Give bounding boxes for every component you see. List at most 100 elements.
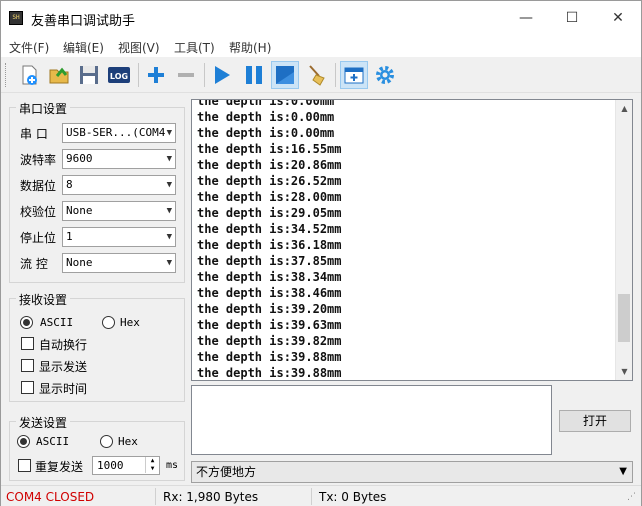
menu-edit[interactable]: 编辑(E) [63, 39, 104, 56]
menu-bar: 文件(F) 编辑(E) 视图(V) 工具(T) 帮助(H) [1, 35, 641, 57]
app-window: SH 友善串口调试助手 — ☐ ✕ 文件(F) 编辑(E) 视图(V) 工具(T… [0, 0, 642, 506]
remove-icon[interactable] [172, 61, 200, 89]
receive-hex-radio[interactable] [102, 316, 115, 329]
baud-label: 波特率 [20, 153, 57, 167]
receive-hex-label: Hex [120, 316, 140, 329]
chevron-down-icon: ▼ [166, 206, 172, 216]
chevron-down-icon: ▼ [166, 154, 172, 164]
stepper-up-icon[interactable]: ▲ [145, 457, 159, 465]
show-send-checkbox[interactable] [21, 359, 34, 372]
receive-line: the depth is:37.85mm [197, 254, 342, 268]
data-bits-select[interactable]: 8 ▼ [62, 175, 176, 195]
new-window-icon[interactable] [340, 61, 368, 89]
log-icon-label: LOG [110, 72, 128, 81]
toolbar-separator [138, 63, 139, 87]
chevron-down-icon: ▼ [166, 232, 172, 242]
receive-line: the depth is:38.46mm [197, 286, 342, 300]
auto-wrap-label: 自动换行 [39, 338, 88, 352]
port-status: COM4 CLOSED [6, 490, 95, 504]
stop-bits-select[interactable]: 1 ▼ [62, 227, 176, 247]
send-hex-label: Hex [118, 435, 138, 448]
receive-lines: the depth is:0.00mm the depth is:0.00mm … [197, 99, 342, 380]
scroll-up-icon[interactable]: ▲ [616, 100, 632, 117]
pause-icon[interactable] [240, 61, 268, 89]
receive-line: the depth is:39.82mm [197, 334, 342, 348]
window-title: 友善串口调试助手 [31, 14, 136, 29]
show-time-label: 显示时间 [39, 382, 88, 396]
send-text-area[interactable] [191, 385, 552, 455]
receive-settings-group: 接收设置 ASCII Hex 自动换行 显示发送 显示时间 [9, 291, 185, 402]
auto-wrap-checkbox[interactable] [21, 337, 34, 350]
tx-count: Tx: 0 Bytes [319, 490, 387, 504]
stepper-down-icon[interactable]: ▼ [145, 465, 159, 473]
interval-value: 1000 [97, 459, 124, 472]
receive-line: the depth is:39.88mm [197, 366, 342, 380]
interval-stepper[interactable]: 1000 ▲ ▼ [92, 456, 160, 475]
save-icon[interactable] [75, 61, 103, 89]
receive-line: the depth is:39.20mm [197, 302, 342, 316]
toolbar-separator [335, 63, 336, 87]
stop-icon[interactable] [271, 61, 299, 89]
app-icon: SH [9, 11, 23, 25]
receive-ascii-label: ASCII [40, 316, 74, 329]
settings-gear-icon[interactable] [371, 61, 399, 89]
toolbar-grip[interactable] [5, 63, 8, 87]
menu-file[interactable]: 文件(F) [9, 39, 49, 56]
open-folder-icon[interactable] [45, 61, 73, 89]
receive-line: the depth is:29.05mm [197, 206, 342, 220]
scroll-down-icon[interactable]: ▼ [616, 363, 632, 380]
send-hex-radio[interactable] [100, 435, 113, 448]
scrollbar-thumb[interactable] [618, 294, 630, 342]
add-icon[interactable] [142, 61, 170, 89]
show-time-checkbox[interactable] [21, 381, 34, 394]
toolbar: LOG [1, 57, 641, 93]
clear-broom-icon[interactable] [303, 61, 331, 89]
send-ascii-radio[interactable] [17, 435, 30, 448]
receive-line: the depth is:39.88mm [197, 350, 342, 364]
receive-line: the depth is:16.55mm [197, 142, 342, 156]
receive-ascii-radio[interactable] [20, 316, 33, 329]
interval-unit-label: ms [166, 460, 179, 471]
status-separator [155, 488, 156, 505]
resize-grip-icon[interactable]: ⋰ [627, 492, 636, 502]
send-ascii-label: ASCII [36, 435, 70, 448]
parity-select[interactable]: None ▼ [62, 201, 176, 221]
minimize-button[interactable]: — [503, 5, 549, 31]
receive-line: the depth is:0.00mm [197, 110, 335, 124]
chevron-down-icon: ▼ [619, 466, 627, 477]
maximize-button[interactable]: ☐ [549, 5, 595, 31]
new-file-icon[interactable] [15, 61, 43, 89]
toolbar-separator [204, 63, 205, 87]
menu-tools[interactable]: 工具(T) [174, 39, 215, 56]
log-icon[interactable]: LOG [105, 61, 133, 89]
receive-line: the depth is:36.18mm [197, 238, 342, 252]
close-button[interactable]: ✕ [595, 5, 641, 31]
play-icon[interactable] [208, 61, 236, 89]
title-bar[interactable]: SH 友善串口调试助手 — ☐ ✕ [1, 1, 641, 35]
receive-line: the depth is:0.00mm [197, 99, 335, 108]
chevron-down-icon: ▼ [166, 180, 172, 190]
port-select[interactable]: USB-SER...(COM4 ▼ [62, 123, 176, 143]
menu-help[interactable]: 帮助(H) [229, 39, 271, 56]
receive-settings-title: 接收设置 [16, 291, 71, 308]
parity-value: None [66, 204, 93, 217]
receive-line: the depth is:20.86mm [197, 158, 342, 172]
open-button[interactable]: 打开 [559, 410, 631, 432]
port-label: 串 口 [20, 127, 48, 141]
receive-line: the depth is:34.52mm [197, 222, 342, 236]
data-bits-label: 数据位 [20, 179, 57, 193]
baud-select[interactable]: 9600 ▼ [62, 149, 176, 169]
receive-scrollbar[interactable]: ▲ ▼ [615, 100, 632, 380]
repeat-send-checkbox[interactable] [18, 459, 31, 472]
status-bar: COM4 CLOSED Rx: 1,980 Bytes Tx: 0 Bytes … [1, 485, 641, 506]
send-history-value: 不方便地方 [196, 465, 257, 479]
serial-settings-title: 串口设置 [16, 100, 71, 117]
flow-control-select[interactable]: None ▼ [62, 253, 176, 273]
port-value: USB-SER...(COM4 [66, 126, 166, 139]
send-history-select[interactable]: 不方便地方 ▼ [191, 461, 633, 483]
status-separator [311, 488, 312, 505]
data-bits-value: 8 [66, 178, 73, 191]
receive-text-area[interactable]: the depth is:0.00mm the depth is:0.00mm … [191, 99, 633, 381]
receive-line: the depth is:38.34mm [197, 270, 342, 284]
menu-view[interactable]: 视图(V) [118, 39, 160, 56]
